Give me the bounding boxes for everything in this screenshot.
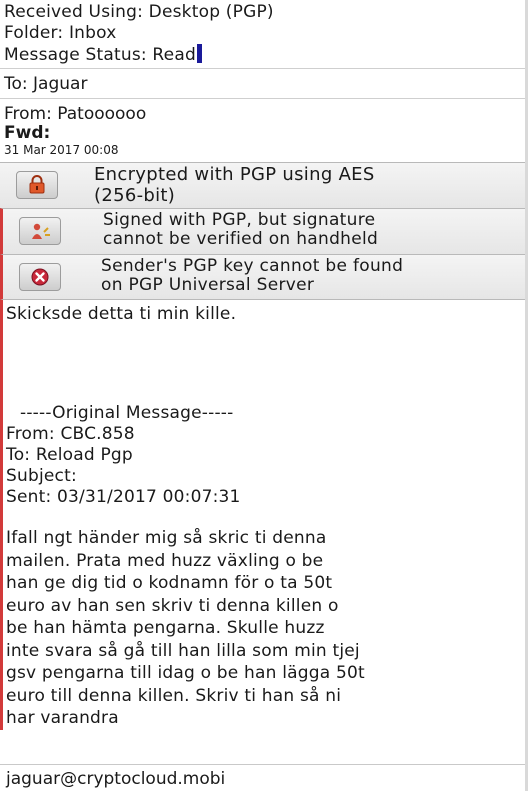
- encryption-status-text: Encrypted with PGP using AES (256-bit): [94, 164, 375, 206]
- encryption-status-row[interactable]: Encrypted with PGP using AES (256-bit): [0, 162, 528, 208]
- body-greeting: Skicksde detta ti min kille.: [6, 304, 237, 324]
- signature-status-line1: Signed with PGP, but signature: [103, 210, 376, 230]
- key-status-row[interactable]: Sender's PGP key cannot be found on PGP …: [0, 254, 528, 300]
- received-using-line: Received Using: Desktop (PGP): [4, 2, 274, 22]
- key-status-line2: on PGP Universal Server: [101, 275, 315, 295]
- signature-person-icon: [19, 217, 61, 245]
- text-cursor: [196, 44, 202, 63]
- signature-email[interactable]: jaguar@cryptocloud.mobi: [0, 764, 528, 791]
- message-body[interactable]: Skicksde detta ti min kille. -----Origin…: [0, 300, 528, 730]
- from-line[interactable]: From: Patoooooo: [4, 105, 528, 124]
- key-status-line1: Sender's PGP key cannot be found: [101, 256, 404, 276]
- recipient-row[interactable]: To: Jaguar: [0, 68, 528, 99]
- signature-status-line2: cannot be verified on handheld: [103, 229, 379, 249]
- to-label[interactable]: To: Jaguar: [4, 74, 87, 94]
- original-sent-line: Sent: 03/31/2017 00:07:31: [6, 487, 241, 507]
- signature-status-row[interactable]: Signed with PGP, but signature cannot be…: [0, 208, 528, 254]
- message-properties: Received Using: Desktop (PGP) Folder: In…: [0, 0, 528, 66]
- email-address-link[interactable]: jaguar@cryptocloud.mobi: [6, 769, 225, 789]
- original-subject-line: Subject:: [6, 466, 77, 486]
- message-status-text: Message Status: Read: [4, 45, 196, 65]
- original-message-text: Ifall ngt händer mig så skric ti denna m…: [6, 528, 365, 728]
- lock-icon: [16, 171, 58, 199]
- message-status-line: Message Status: Read: [4, 44, 528, 66]
- original-message-divider: -----Original Message-----: [20, 403, 234, 423]
- original-message-header: -----Original Message----- From: CBC.858…: [6, 403, 528, 508]
- sender-block[interactable]: From: Patoooooo Fwd: 31 Mar 2017 00:08: [0, 99, 528, 162]
- error-x-icon: [19, 263, 61, 291]
- encryption-status-line2: (256-bit): [94, 185, 176, 206]
- signature-status-text: Signed with PGP, but signature cannot be…: [103, 211, 378, 249]
- subject-line: Fwd:: [4, 123, 51, 143]
- key-status-text: Sender's PGP key cannot be found on PGP …: [101, 257, 403, 295]
- original-from-line: From: CBC.858: [6, 424, 135, 444]
- date-line: 31 Mar 2017 00:08: [4, 143, 119, 157]
- original-to-line: To: Reload Pgp: [6, 445, 133, 465]
- folder-line: Folder: Inbox: [4, 23, 117, 43]
- message-screen: Received Using: Desktop (PGP) Folder: In…: [0, 0, 528, 791]
- encryption-status-line1: Encrypted with PGP using AES: [94, 164, 375, 185]
